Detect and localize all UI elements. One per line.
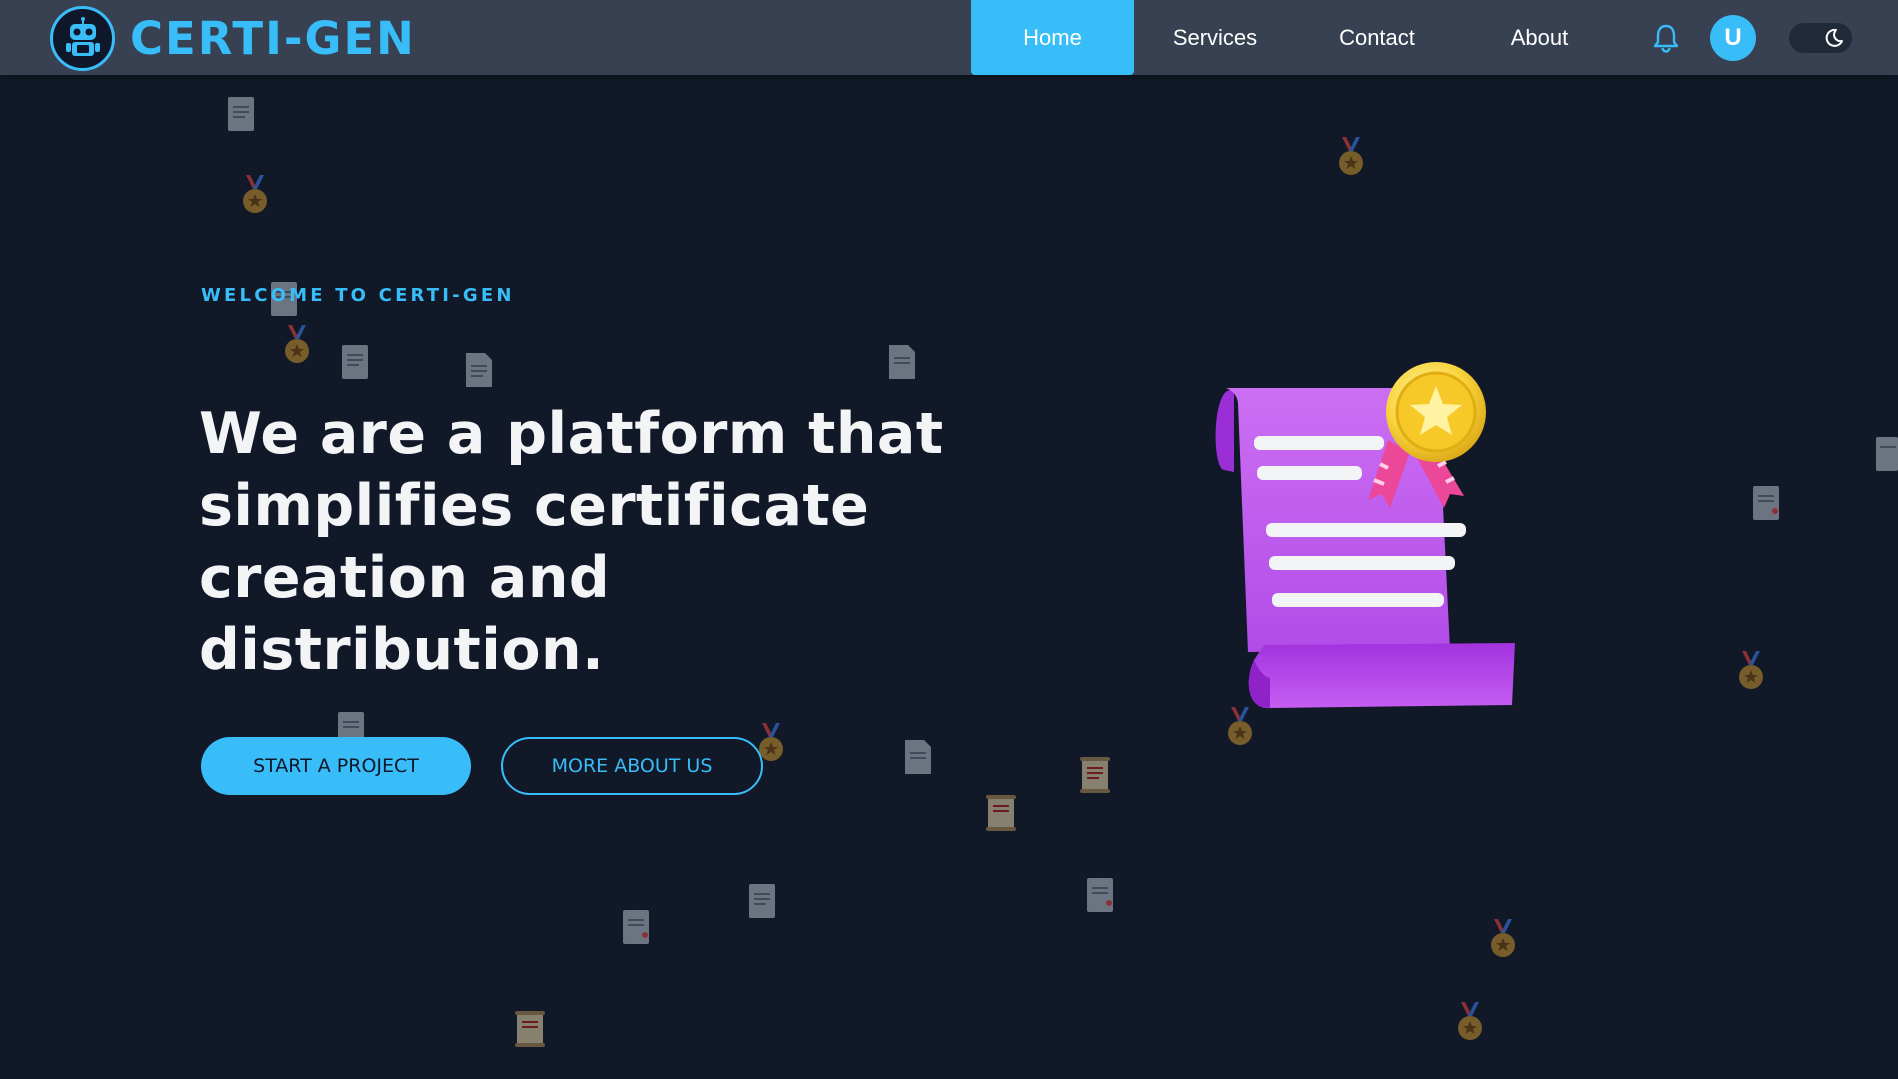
medal-icon	[1491, 919, 1515, 957]
scroll-icon	[515, 1011, 545, 1047]
document-icon	[905, 740, 931, 774]
scroll-icon	[1080, 757, 1110, 793]
certificate-scroll-icon	[1215, 362, 1515, 709]
medal-icon	[285, 325, 309, 363]
medal-icon	[1339, 137, 1363, 175]
navbar: CERTI-GEN Home Services Contact About U	[0, 0, 1898, 75]
theme-toggle[interactable]	[1789, 23, 1852, 53]
page: CERTI-GEN Home Services Contact About U …	[0, 0, 1898, 1079]
medal-icon	[1739, 651, 1763, 689]
nav-contact[interactable]: Contact	[1296, 0, 1458, 75]
medal-icon	[1458, 1002, 1482, 1040]
logo[interactable]	[50, 5, 115, 71]
avatar[interactable]: U	[1710, 15, 1756, 61]
hero-eyebrow: WELCOME TO CERTI-GEN	[201, 285, 515, 306]
document-icon	[466, 353, 492, 387]
document-icon	[342, 345, 368, 379]
document-icon	[889, 345, 915, 379]
document-icon	[749, 884, 775, 918]
more-about-us-button[interactable]: MORE ABOUT US	[501, 737, 763, 795]
medal-icon	[243, 175, 267, 213]
document-icon	[228, 97, 254, 131]
start-project-button[interactable]: START A PROJECT	[201, 737, 471, 795]
document-icon	[1087, 878, 1113, 912]
bell-icon[interactable]	[1651, 22, 1681, 54]
nav-home[interactable]: Home	[971, 0, 1134, 75]
scroll-icon	[986, 795, 1016, 831]
brand-name[interactable]: CERTI-GEN	[130, 12, 416, 65]
document-icon	[623, 910, 649, 944]
nav-services[interactable]: Services	[1134, 0, 1296, 75]
nav-links: Home Services Contact About	[971, 0, 1621, 75]
nav-about[interactable]: About	[1458, 0, 1621, 75]
hero-headline: We are a platform that simplifies certif…	[199, 401, 944, 683]
moon-icon	[1825, 28, 1843, 47]
document-icon	[1753, 486, 1779, 520]
document-icon	[1876, 437, 1898, 471]
brand[interactable]: CERTI-GEN	[50, 5, 416, 71]
robot-icon	[65, 17, 100, 56]
